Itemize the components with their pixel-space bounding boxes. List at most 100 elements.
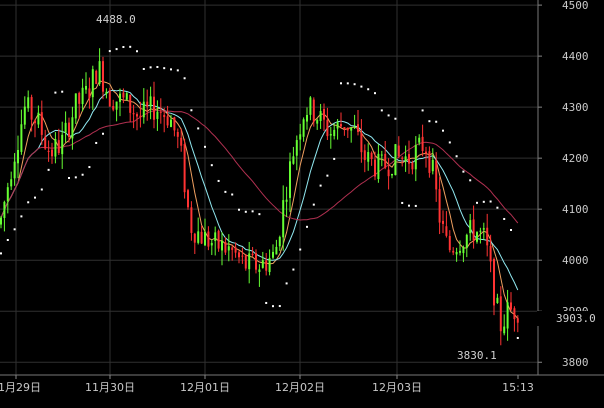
candle-down	[187, 190, 189, 208]
sar-dot	[204, 145, 206, 148]
x-tick-label: 11月29日	[0, 381, 41, 394]
candle-up	[268, 258, 271, 273]
sar-dot	[340, 82, 342, 85]
sar-dot	[61, 90, 64, 93]
sar-dot	[476, 201, 478, 204]
sar-dot	[278, 305, 281, 308]
sar-dot	[224, 190, 227, 193]
candle-down	[146, 101, 149, 107]
sar-dot	[34, 196, 36, 199]
candle-up	[64, 122, 67, 133]
candle-up	[275, 246, 278, 255]
candle-up	[142, 101, 145, 118]
candle-up	[329, 134, 332, 136]
candle-up	[292, 156, 295, 164]
candle-down	[231, 247, 234, 250]
sar-dot	[68, 176, 70, 179]
x-tick-label: 15:13	[502, 381, 534, 394]
candle-up	[380, 154, 383, 156]
y-tick-label: 4500	[562, 0, 589, 12]
sar-dot	[408, 204, 410, 207]
x-tick-label: 12月01日	[180, 381, 230, 394]
candle-up	[10, 179, 13, 187]
candle-down	[132, 113, 135, 115]
candle-up	[156, 111, 159, 119]
candle-down	[251, 253, 254, 256]
candle-up	[482, 228, 485, 230]
candle-down	[493, 258, 495, 306]
candle-up	[295, 140, 298, 156]
sar-dot	[421, 109, 424, 112]
candle-down	[428, 151, 431, 173]
sar-dot	[312, 203, 315, 206]
sar-dot	[102, 132, 104, 135]
candle-down	[452, 250, 455, 253]
candle-up	[170, 119, 172, 127]
sar-dot	[47, 168, 50, 171]
candle-up	[248, 253, 251, 270]
y-tick-label: 4200	[562, 152, 589, 165]
candle-down	[435, 160, 438, 190]
candle-up	[479, 230, 482, 232]
candle-up	[37, 112, 40, 125]
last-price-label: 3903.0	[556, 312, 596, 325]
sar-dot	[54, 91, 57, 94]
candle-down	[207, 231, 210, 247]
candle-down	[445, 226, 448, 236]
candle-down	[442, 220, 444, 224]
sar-dot	[360, 85, 363, 88]
candle-down	[326, 119, 329, 137]
candle-down	[513, 308, 516, 320]
candle-down	[265, 260, 268, 271]
sar-dot	[13, 228, 16, 231]
sar-dot	[231, 193, 234, 196]
candle-down	[173, 117, 176, 131]
candle-down	[136, 114, 138, 117]
candle-up	[74, 93, 77, 119]
candle-up	[289, 161, 291, 198]
sar-dot	[380, 109, 383, 112]
sar-dot	[210, 164, 213, 167]
sar-dot	[183, 77, 186, 80]
x-axis: 11月29日 11月30日 12月01日 12月02日 12月03日 15:13	[0, 374, 604, 394]
sar-dot	[244, 210, 247, 213]
candle-down	[217, 230, 220, 249]
candle-up	[394, 144, 397, 176]
candle-up	[20, 124, 23, 152]
candle-up	[503, 326, 506, 334]
sar-dot	[448, 141, 451, 144]
candle-up	[282, 200, 285, 238]
candle-down	[323, 108, 325, 120]
candle-down	[499, 296, 502, 332]
x-tick-label: 11月30日	[85, 381, 135, 394]
sar-dot	[149, 66, 152, 69]
candle-up	[98, 61, 101, 84]
sar-dot	[455, 155, 458, 158]
candle-down	[47, 150, 50, 152]
candle-up	[27, 97, 30, 109]
candle-down	[360, 132, 363, 153]
candle-up	[23, 106, 26, 125]
sar-dot	[0, 252, 2, 255]
candle-down	[401, 157, 404, 159]
candle-down	[163, 114, 166, 118]
annotations: 4488.0 3830.1 3903.0	[96, 13, 604, 362]
candle-down	[129, 94, 132, 113]
sar-dot	[163, 67, 166, 70]
candle-up	[17, 149, 19, 164]
candle-up	[285, 199, 288, 202]
sar-dot	[108, 50, 111, 53]
sar-dot	[81, 173, 84, 176]
candle-down	[516, 318, 519, 323]
candle-down	[489, 245, 492, 262]
x-tick-label: 12月02日	[275, 381, 325, 394]
sar-dot	[401, 201, 404, 204]
sar-dot	[74, 176, 77, 179]
sar-dot	[367, 88, 370, 91]
candle-up	[418, 137, 421, 143]
candle-up	[6, 187, 9, 202]
candle-down	[238, 252, 240, 258]
candle-up	[496, 297, 499, 303]
parabolic-sar-dots	[0, 45, 519, 339]
sar-dot	[299, 248, 302, 251]
